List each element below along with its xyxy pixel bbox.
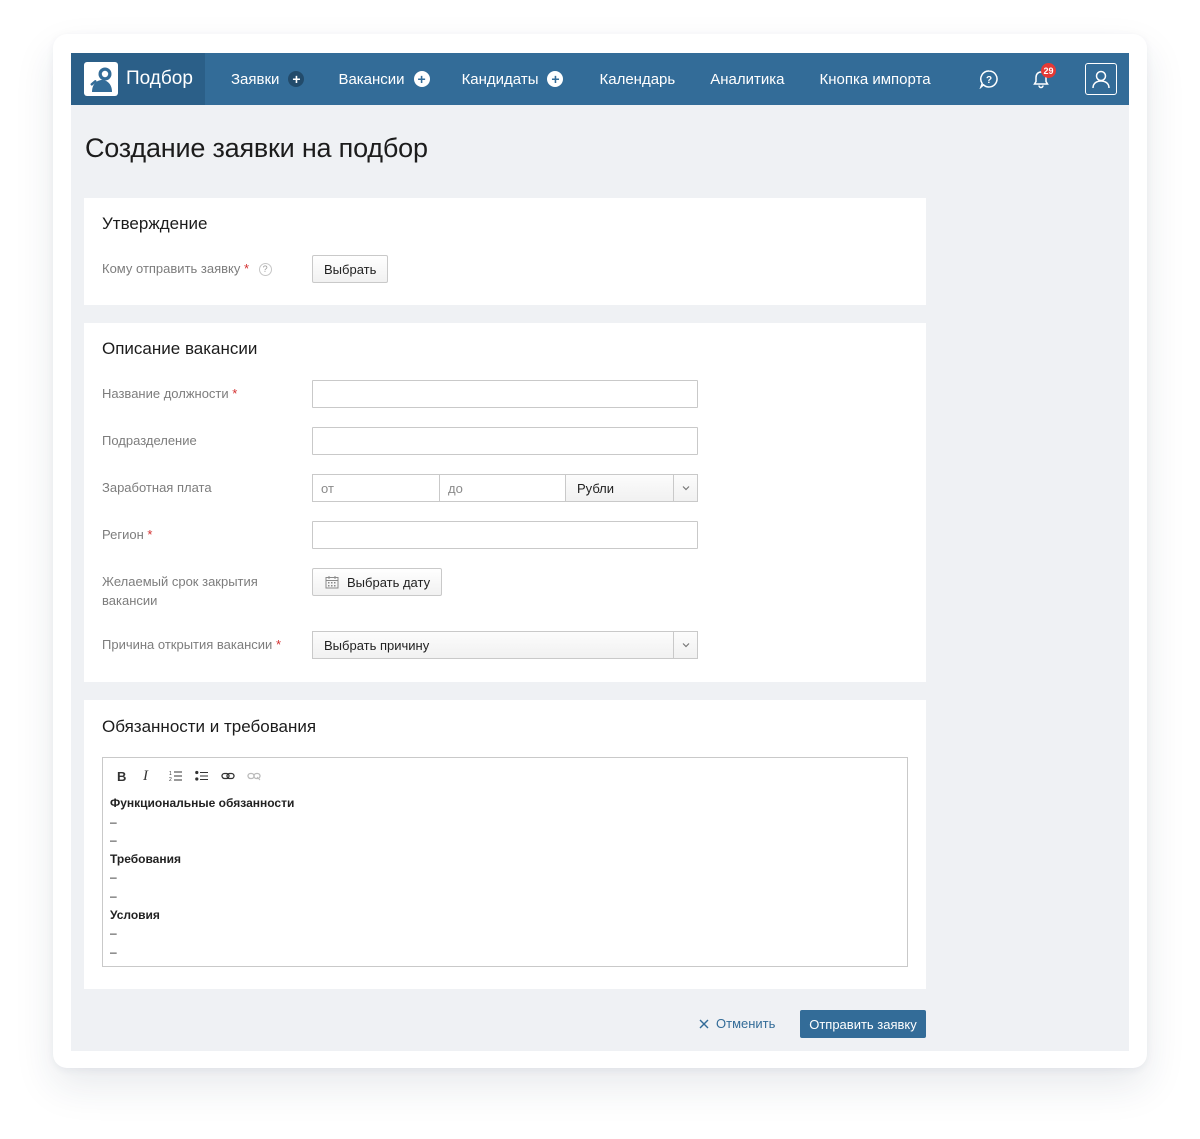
reason-selected-value: Выбрать причину [324, 637, 430, 653]
add-vacancy-icon[interactable]: + [413, 71, 430, 87]
add-request-icon[interactable]: + [288, 71, 305, 87]
editor-dash-line: – [110, 814, 117, 829]
cancel-button[interactable]: Отменить [699, 1016, 775, 1031]
nav-item-calendar[interactable]: Календарь [599, 53, 675, 105]
submit-request-button[interactable]: Отправить заявку [800, 1010, 926, 1038]
brand-logo-icon [84, 62, 118, 96]
position-input[interactable] [312, 380, 698, 408]
nav-item-label: Кандидаты [461, 70, 539, 88]
svg-text:?: ? [986, 75, 992, 86]
chevron-down-icon [673, 632, 697, 658]
editor-dash-line: – [110, 944, 117, 959]
vacancy-section-title: Описание вакансии [102, 339, 258, 358]
approval-card: Утверждение Кому отправить заявку * ? Вы… [84, 198, 926, 305]
user-profile-button[interactable] [1085, 63, 1117, 95]
salary-from-input[interactable]: от [312, 474, 440, 502]
division-input[interactable] [312, 427, 698, 455]
choose-date-label: Выбрать дату [347, 574, 431, 590]
app-window: Подбор Заявки + Вакансии + Кандидаты + К… [71, 53, 1129, 1051]
notification-count-badge: 29 [1041, 63, 1056, 78]
required-mark: * [232, 386, 238, 401]
region-input[interactable] [312, 521, 698, 549]
region-label-text: Регион [102, 527, 144, 542]
chevron-down-icon [673, 475, 697, 501]
reason-select[interactable]: Выбрать причину [312, 631, 698, 659]
help-bubble-icon[interactable]: ? [979, 69, 999, 89]
nav-item-label: Календарь [599, 70, 676, 88]
brand-name: Подбор [126, 68, 193, 89]
nav-item-label: Аналитика [710, 70, 785, 88]
deadline-label: Желаемый срок закрытия вакансии [102, 574, 258, 608]
rich-text-editor[interactable]: B I 1 2 Функциональные обязанности – – Т… [102, 757, 908, 967]
send-to-label: Кому отправить заявку * ? [102, 259, 272, 278]
duties-section-title: Обязанности и требования [102, 717, 317, 736]
position-label: Название должности * [102, 384, 237, 403]
editor-dash-line: – [110, 888, 117, 903]
salary-group: от до Рубли [312, 474, 698, 502]
editor-dash-line: – [110, 833, 117, 848]
top-navigation: Подбор Заявки + Вакансии + Кандидаты + К… [71, 53, 1129, 105]
bullet-list-icon[interactable] [195, 767, 221, 785]
nav-item-label: Вакансии [338, 70, 405, 88]
help-icon[interactable]: ? [258, 263, 272, 276]
required-mark: * [275, 637, 282, 652]
reason-label-text: Причина открытия вакансии [102, 637, 273, 652]
editor-heading-conditions: Условия [110, 907, 160, 922]
svg-text:2: 2 [169, 777, 172, 782]
duties-card: Обязанности и требования B I 1 2 Функцио… [84, 700, 926, 989]
unlink-icon[interactable] [247, 767, 273, 785]
position-label-text: Название должности [102, 386, 229, 401]
required-mark: * [147, 527, 153, 542]
bold-icon[interactable]: B [117, 767, 143, 785]
cancel-label: Отменить [716, 1016, 776, 1031]
currency-selected-value: Рубли [577, 480, 615, 496]
required-mark: * [244, 261, 250, 276]
nav-item-import-button[interactable]: Кнопка импорта [819, 53, 930, 105]
currency-select[interactable]: Рубли [565, 474, 698, 502]
editor-content[interactable]: Функциональные обязанности – – Требовани… [110, 794, 294, 961]
division-label: Подразделение [102, 433, 197, 448]
editor-toolbar: B I 1 2 [117, 767, 273, 785]
editor-heading-requirements: Требования [110, 851, 181, 866]
user-icon [1092, 70, 1110, 89]
editor-dash-line: – [110, 870, 117, 885]
link-icon[interactable] [221, 767, 247, 785]
choose-approver-button[interactable]: Выбрать [312, 255, 389, 283]
close-icon [699, 1019, 709, 1028]
salary-to-input[interactable]: до [439, 474, 566, 502]
calendar-icon [325, 576, 339, 589]
italic-icon[interactable]: I [143, 767, 169, 785]
editor-dash-line: – [110, 926, 117, 941]
nav-item-vacancies[interactable]: Вакансии + [338, 53, 430, 105]
region-label: Регион * [102, 525, 152, 544]
send-to-label-text: Кому отправить заявку [102, 261, 241, 276]
page-title: Создание заявки на подбор [85, 133, 428, 163]
ordered-list-icon[interactable]: 1 2 [169, 767, 195, 785]
add-candidate-icon[interactable]: + [547, 71, 564, 87]
approval-section-title: Утверждение [102, 214, 208, 233]
nav-item-candidates[interactable]: Кандидаты + [462, 53, 564, 105]
nav-item-analytics[interactable]: Аналитика [710, 53, 784, 105]
nav-right-group: ? 29 [979, 53, 1129, 105]
brand[interactable]: Подбор [71, 53, 205, 105]
editor-heading-duties: Функциональные обязанности [110, 796, 295, 810]
nav-item-requests[interactable]: Заявки + [231, 53, 305, 105]
choose-date-button[interactable]: Выбрать дату [312, 568, 443, 596]
vacancy-card: Описание вакансии Название должности * П… [84, 323, 926, 682]
nav-item-label: Кнопка импорта [819, 70, 931, 88]
reason-label: Причина открытия вакансии * [102, 635, 281, 654]
notifications-bell[interactable]: 29 [1031, 63, 1056, 89]
nav-item-label: Заявки [231, 70, 280, 88]
salary-label: Заработная плата [102, 480, 212, 495]
